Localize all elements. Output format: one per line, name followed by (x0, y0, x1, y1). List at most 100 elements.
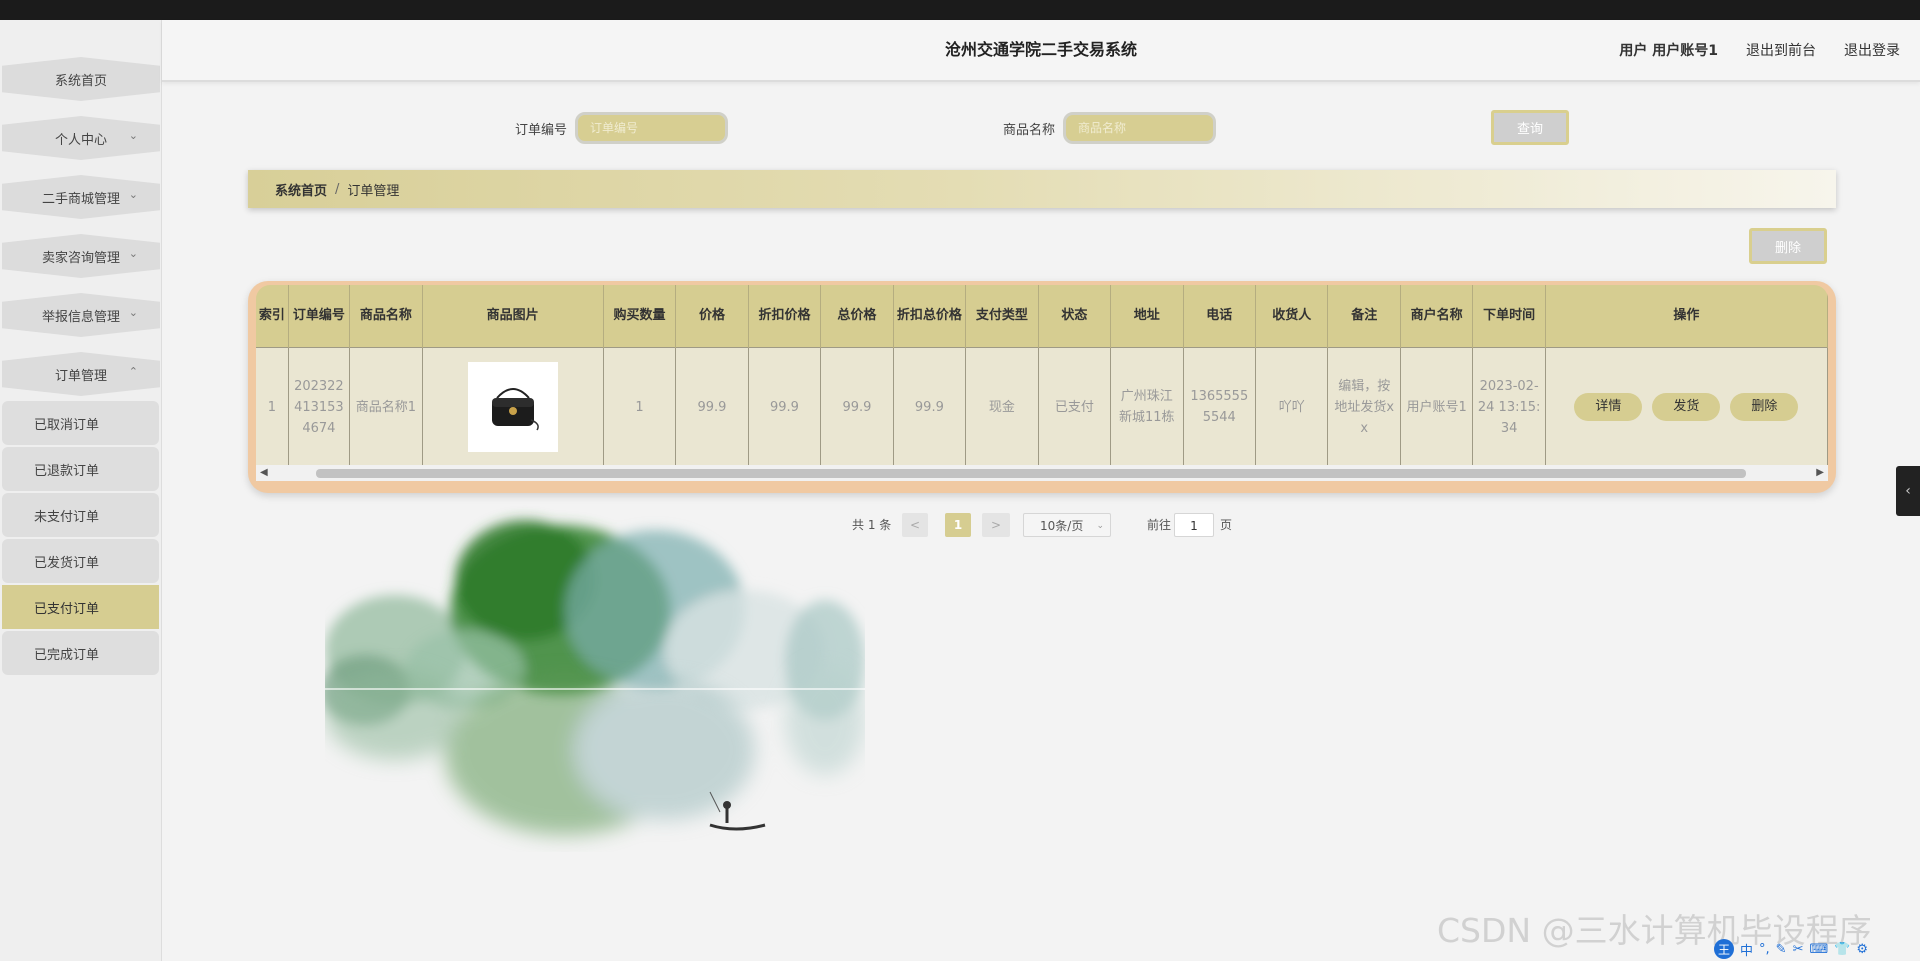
sidebar-subitem-refunded[interactable]: 已退款订单 (2, 447, 159, 491)
column-header: 收货人 (1255, 285, 1329, 348)
cell-product-name: 商品名称1 (349, 347, 423, 465)
exit-to-front-link[interactable]: 退出到前台 (1746, 40, 1816, 60)
cell-order-time: 2023-02-24 13:15:34 (1472, 347, 1546, 465)
delete-button[interactable]: 删除 (1730, 393, 1799, 421)
cell-total-price: 99.9 (820, 347, 894, 465)
column-header: 支付类型 (965, 285, 1039, 348)
sidebar-item-label: 系统首页 (54, 73, 107, 89)
sidebar-subitem-shipped[interactable]: 已发货订单 (2, 539, 159, 583)
ime-handwrite-icon[interactable]: ✎ (1776, 942, 1787, 957)
cell-receiver: 吖吖 (1255, 347, 1329, 465)
sidebar-item-home[interactable]: 系统首页 (2, 57, 160, 101)
cell-discount-total: 99.9 (893, 347, 967, 465)
sidebar-subitem-cancelled[interactable]: 已取消订单 (2, 401, 159, 445)
breadcrumb-home[interactable]: 系统首页 (275, 180, 327, 199)
column-header: 总价格 (820, 285, 894, 348)
column-header: 订单编号 (288, 285, 351, 348)
cell-quantity: 1 (603, 347, 677, 465)
horizontal-scrollbar[interactable]: ◀ ▶ (256, 465, 1828, 481)
orders-table: 索引 订单编号 商品名称 商品图片 购买数量 价格 折扣价格 总价格 折扣总价格… (256, 285, 1828, 465)
column-header: 备注 (1327, 285, 1401, 348)
pagination-page-1[interactable]: 1 (945, 513, 971, 537)
ship-button[interactable]: 发货 (1652, 393, 1721, 421)
batch-delete-button[interactable]: 删除 (1749, 228, 1827, 264)
cell-address: 广州珠江新城11栋 (1110, 347, 1184, 465)
sidebar-subitem-label: 已取消订单 (34, 417, 100, 433)
sidebar-item-seller-consult[interactable]: 卖家咨询管理 ⌄ (2, 234, 160, 278)
chevron-down-icon: ⌄ (1096, 521, 1104, 531)
query-button[interactable]: 查询 (1491, 110, 1569, 145)
sidebar-item-label: 订单管理 (54, 368, 107, 384)
column-header: 地址 (1110, 285, 1184, 348)
breadcrumb: 系统首页 / 订单管理 (248, 170, 1836, 208)
pagination-next-button[interactable]: > (982, 513, 1010, 537)
cell-product-image (422, 347, 604, 465)
sidebar-item-order-management[interactable]: 订单管理 ⌃ (2, 352, 160, 396)
scroll-left-icon[interactable]: ◀ (260, 467, 268, 478)
order-no-input[interactable] (575, 112, 728, 144)
sidebar-subitem-label: 已支付订单 (34, 601, 100, 617)
sidebar-subitem-label: 已退款订单 (34, 463, 100, 479)
chevron-down-icon: ⌄ (128, 306, 138, 319)
product-name-label: 商品名称 (1003, 123, 1056, 138)
sidebar-subitem-unpaid[interactable]: 未支付订单 (2, 493, 159, 537)
column-header: 索引 (256, 285, 289, 348)
logout-link[interactable]: 退出登录 (1844, 40, 1900, 60)
cell-phone: 13655555544 (1183, 347, 1257, 465)
column-header: 购买数量 (603, 285, 677, 348)
goto-label: 前往 (1147, 518, 1172, 532)
ime-mode-icon[interactable]: 中 (1740, 940, 1753, 959)
scrollbar-thumb[interactable] (316, 469, 1746, 478)
ime-screenshot-icon[interactable]: ✂ (1793, 942, 1804, 957)
page-size-select[interactable]: 10条/页 ⌄ (1023, 513, 1111, 537)
ime-skin-icon[interactable]: 👕 (1834, 942, 1850, 957)
column-header: 状态 (1038, 285, 1112, 348)
goto-page-input[interactable]: 1 (1174, 513, 1214, 537)
sidebar-item-label: 二手商城管理 (41, 191, 120, 207)
sidebar-subitem-label: 已完成订单 (34, 647, 100, 663)
pagination-prev-button[interactable]: < (902, 513, 928, 537)
column-header: 商品图片 (422, 285, 604, 348)
product-thumbnail[interactable] (467, 362, 558, 452)
sidebar-subitem-label: 已发货订单 (34, 555, 100, 571)
sidebar-item-market-management[interactable]: 二手商城管理 ⌄ (2, 175, 160, 219)
cell-pay-type: 现金 (965, 347, 1039, 465)
table-header-row: 索引 订单编号 商品名称 商品图片 购买数量 价格 折扣价格 总价格 折扣总价格… (256, 285, 1828, 348)
current-user: 用户 用户账号1 (1619, 43, 1718, 59)
sidebar: 系统首页 个人中心 ⌄ 二手商城管理 ⌄ 卖家咨询管理 ⌄ 举报信息管理 ⌄ 订单管理 ⌃… (0, 20, 162, 961)
cell-merchant: 用户账号1 (1400, 347, 1474, 465)
handbag-icon (491, 388, 539, 431)
chevron-down-icon: ⌄ (128, 247, 138, 260)
orders-table-container: 索引 订单编号 商品名称 商品图片 购买数量 价格 折扣价格 总价格 折扣总价格… (248, 281, 1836, 493)
table-row: 1 2023224131534674 商品名称1 1 99.9 99.9 99.… (256, 347, 1828, 465)
collapse-panel-tab[interactable]: ‹ (1896, 466, 1920, 516)
sidebar-subitem-paid[interactable]: 已支付订单 (2, 585, 159, 629)
scroll-right-icon[interactable]: ▶ (1816, 467, 1824, 478)
ime-logo-icon[interactable]: 王 (1714, 939, 1734, 959)
column-header: 下单时间 (1472, 285, 1546, 348)
column-header: 价格 (675, 285, 749, 348)
cell-remark: 编辑，按地址发货xx (1327, 347, 1401, 465)
cell-price: 99.9 (675, 347, 749, 465)
cell-order-no: 2023224131534674 (288, 347, 351, 465)
ime-settings-icon[interactable]: ⚙ (1856, 942, 1868, 957)
detail-button[interactable]: 详情 (1574, 393, 1643, 421)
landscape-ink-painting (325, 520, 865, 835)
sidebar-item-personal-center[interactable]: 个人中心 ⌄ (2, 116, 160, 160)
sidebar-subitem-label: 未支付订单 (34, 509, 100, 525)
sidebar-subitem-completed[interactable]: 已完成订单 (2, 631, 159, 675)
column-header: 商户名称 (1400, 285, 1474, 348)
column-header: 电话 (1183, 285, 1257, 348)
page-size-value: 10条/页 (1040, 519, 1084, 533)
top-header: 沧州交通学院二手交易系统 用户 用户账号1 退出到前台 退出登录 (162, 20, 1920, 82)
ime-keyboard-icon[interactable]: ⌨ (1809, 942, 1828, 957)
order-no-label: 订单编号 (515, 123, 568, 138)
chevron-left-icon: ‹ (1905, 483, 1911, 499)
sidebar-item-report-management[interactable]: 举报信息管理 ⌄ (2, 293, 160, 337)
breadcrumb-current: 订单管理 (347, 183, 400, 199)
cell-index: 1 (256, 347, 289, 465)
product-name-input[interactable] (1063, 112, 1216, 144)
column-header: 商品名称 (349, 285, 423, 348)
sidebar-item-label: 举报信息管理 (41, 309, 120, 325)
ime-punctuation-icon[interactable]: °, (1759, 942, 1770, 957)
